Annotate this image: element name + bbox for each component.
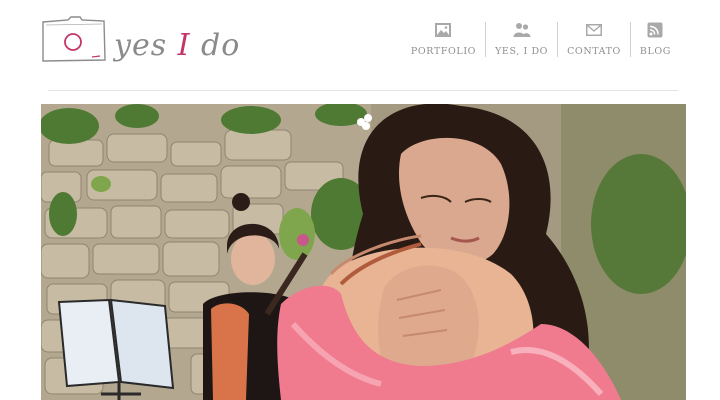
nav-label-blog: BLOG (639, 46, 671, 57)
site-logo[interactable]: yes I do (40, 16, 239, 76)
nav-label-contato: CONTATO (567, 46, 621, 57)
nav-item-portfolio[interactable]: PORTFOLIO (402, 22, 485, 57)
nav-label-yes-i-do: YES, I DO (495, 46, 549, 57)
users-icon (513, 23, 531, 37)
nav-item-yes-i-do[interactable]: YES, I DO (485, 22, 557, 57)
nav-item-blog[interactable]: BLOG (629, 22, 680, 57)
nav-item-contato[interactable]: CONTATO (557, 22, 630, 57)
site-header: yes I do PORTFOLIO YES, I DO CONTATO BLO… (0, 0, 720, 90)
camera-logo-icon (42, 16, 106, 62)
photo-icon (41, 104, 686, 400)
hero-photo (41, 104, 686, 400)
image-icon (435, 23, 452, 37)
logo-text: yes I do (114, 28, 241, 63)
rss-icon (647, 22, 663, 38)
nav-label-portfolio: PORTFOLIO (410, 46, 477, 57)
main-nav: PORTFOLIO YES, I DO CONTATO BLOG (402, 22, 680, 57)
envelope-icon (585, 24, 602, 36)
header-divider (48, 90, 678, 91)
